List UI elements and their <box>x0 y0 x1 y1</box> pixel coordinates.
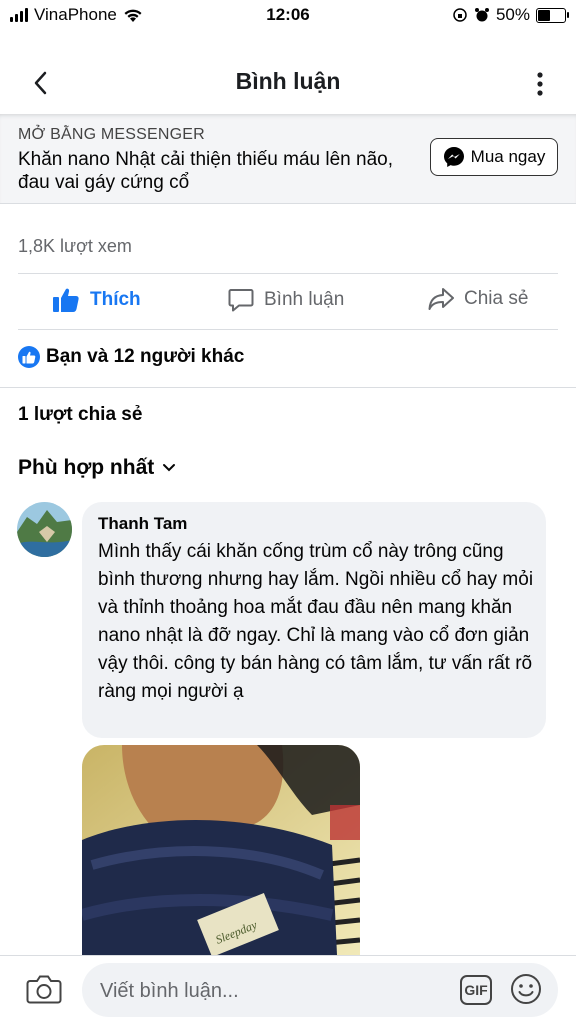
like-badge-icon <box>18 346 40 368</box>
comment-author[interactable]: Thanh Tam <box>98 514 187 534</box>
orientation-lock-icon <box>453 8 467 22</box>
buy-now-label: Mua ngay <box>470 147 546 166</box>
share-button[interactable]: Chia sẻ <box>428 287 528 311</box>
comment-text: Mình thấy cái khăn cống trùm cổ này trôn… <box>98 541 534 702</box>
gif-icon[interactable]: GIF <box>460 975 492 1005</box>
comment-button[interactable]: Bình luận <box>228 287 344 313</box>
share-icon <box>428 288 454 310</box>
share-label: Chia sẻ <box>464 288 529 309</box>
like-icon <box>53 288 79 312</box>
reaction-text: Bạn và 12 người khác <box>46 346 245 367</box>
like-label: Thích <box>90 289 141 310</box>
messenger-icon <box>443 147 464 167</box>
comment-input-wrapper[interactable]: GIF <box>82 963 558 1019</box>
divider <box>18 329 558 330</box>
page-title: Bình luận <box>235 68 341 94</box>
comment-composer: GIF <box>0 955 576 1026</box>
sort-label: Phù hợp nhất <box>18 456 155 479</box>
share-count[interactable]: 1 lượt chia sẻ <box>18 404 142 426</box>
comment-bubble[interactable]: Thanh Tam Mình thấy cái khăn cống trùm c… <box>82 502 546 738</box>
comment-icon <box>228 289 254 312</box>
divider <box>18 273 558 274</box>
ad-kicker: MỞ BẰNG MESSENGER <box>18 126 205 143</box>
more-icon[interactable] <box>530 70 550 98</box>
sort-dropdown[interactable]: Phù hợp nhất <box>18 456 176 480</box>
comment-label: Bình luận <box>264 289 345 310</box>
reaction-summary[interactable]: Bạn và 12 người khác <box>18 346 244 368</box>
alarm-icon <box>474 8 489 22</box>
buy-now-button[interactable]: Mua ngay <box>430 138 558 176</box>
like-button[interactable]: Thích <box>52 287 141 313</box>
comment-photo[interactable]: Sleepday <box>82 745 360 955</box>
battery-percent: 50% <box>495 5 530 24</box>
comment-input[interactable] <box>98 963 452 1019</box>
header: Bình luận <box>0 46 576 118</box>
ad-text: Khăn nano Nhật cải thiện thiếu máu lên n… <box>18 149 393 193</box>
view-count: 1,8K lượt xem <box>18 236 132 256</box>
avatar[interactable] <box>17 502 72 557</box>
status-bar: VinaPhone 12:06 50% <box>0 0 576 30</box>
camera-icon[interactable] <box>26 973 62 1005</box>
chevron-down-icon <box>163 464 176 472</box>
gif-label: GIF <box>464 982 488 998</box>
emoji-icon[interactable] <box>510 973 542 1005</box>
battery-icon <box>536 7 569 23</box>
divider <box>0 387 576 388</box>
